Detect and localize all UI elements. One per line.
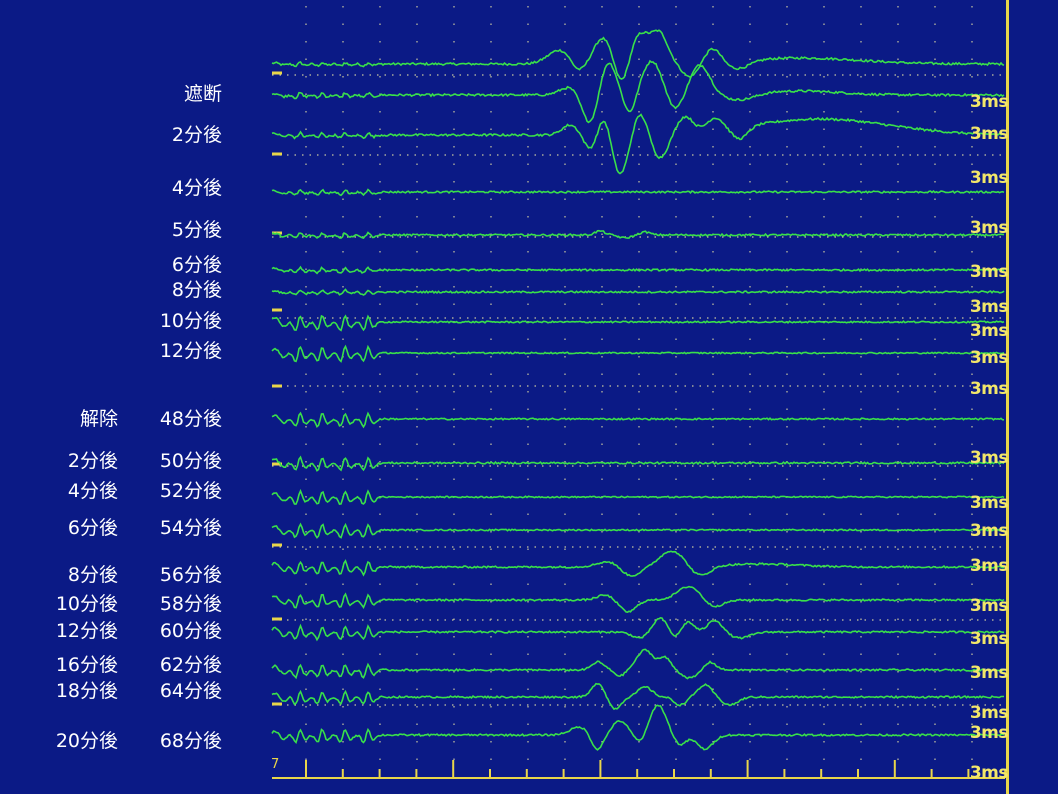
scale-label: 3ms [969, 168, 1009, 188]
baseline-marker [272, 308, 282, 312]
emg-trace [271, 411, 1005, 429]
scale-label: 3ms [969, 521, 1009, 541]
trace-label: 58分後 [159, 593, 222, 615]
emg-trace [271, 682, 1004, 711]
trace-label: 60分後 [159, 620, 222, 642]
emg-trace [271, 616, 1005, 642]
trace-label: 2分後 [171, 124, 222, 146]
trace-label: 52分後 [159, 480, 222, 502]
scale-label: 3ms [969, 763, 1009, 783]
scale-label: 3ms [969, 297, 1009, 317]
trace-label: 8分後 [171, 279, 222, 301]
trace-label: 6分後 [171, 254, 222, 276]
scale-label: 3ms [969, 596, 1009, 616]
emg-trace [271, 113, 1005, 175]
trace-label: 12分後 [159, 340, 222, 362]
emg-trace [271, 188, 1005, 197]
trace-label: 48分後 [159, 408, 222, 430]
scale-label: 3ms [969, 723, 1009, 743]
emg-trace [271, 704, 1005, 751]
baseline-marker [272, 702, 282, 706]
emg-trace [271, 288, 1005, 296]
baseline-marker [272, 543, 282, 547]
trace-label: 5分後 [171, 219, 222, 241]
emg-trace [271, 265, 1005, 275]
trace-label: 62分後 [159, 654, 222, 676]
emg-trace [271, 455, 1005, 472]
scale-label: 3ms [969, 703, 1009, 723]
emg-trace [271, 29, 1005, 80]
oscilloscope-display: 7 [271, 6, 1007, 779]
trace-label: 50分後 [159, 450, 222, 472]
trace-label: 64分後 [159, 680, 222, 702]
trace-label: 68分後 [159, 730, 222, 752]
baseline-marker [272, 152, 282, 156]
scale-label: 3ms [969, 321, 1009, 341]
baseline-marker [272, 384, 282, 388]
scale-label: 3ms [969, 92, 1009, 112]
emg-trace [271, 229, 1005, 240]
emg-trace [271, 488, 1005, 505]
trace-label: 遮断 [183, 83, 222, 105]
emg-trace [271, 314, 1005, 332]
scale-label: 3ms [969, 124, 1009, 144]
scale-label: 3ms [969, 493, 1009, 513]
scale-label: 3ms [969, 262, 1009, 282]
scale-label: 3ms [969, 448, 1009, 468]
scale-label: 3ms [969, 348, 1009, 368]
scale-label: 3ms [969, 556, 1009, 576]
emg-trace [271, 344, 1005, 363]
baseline-marker [272, 71, 282, 75]
trace-label: 56分後 [159, 564, 222, 586]
emg-trace [271, 648, 1005, 680]
emg-trace [271, 59, 1005, 124]
baseline-marker [272, 617, 282, 621]
scale-label: 3ms [969, 218, 1009, 238]
scale-label: 3ms [969, 663, 1009, 683]
emg-trace [271, 585, 1005, 614]
scale-label: 3ms [969, 379, 1009, 399]
scale-label: 3ms [969, 629, 1009, 649]
emg-trace [271, 550, 1005, 577]
trace-label: 10分後 [159, 310, 222, 332]
emg-trace [271, 522, 1005, 539]
axis-marker-digit: 7 [271, 757, 279, 772]
trace-label: 4分後 [171, 177, 222, 199]
trace-label: 54分後 [159, 517, 222, 539]
